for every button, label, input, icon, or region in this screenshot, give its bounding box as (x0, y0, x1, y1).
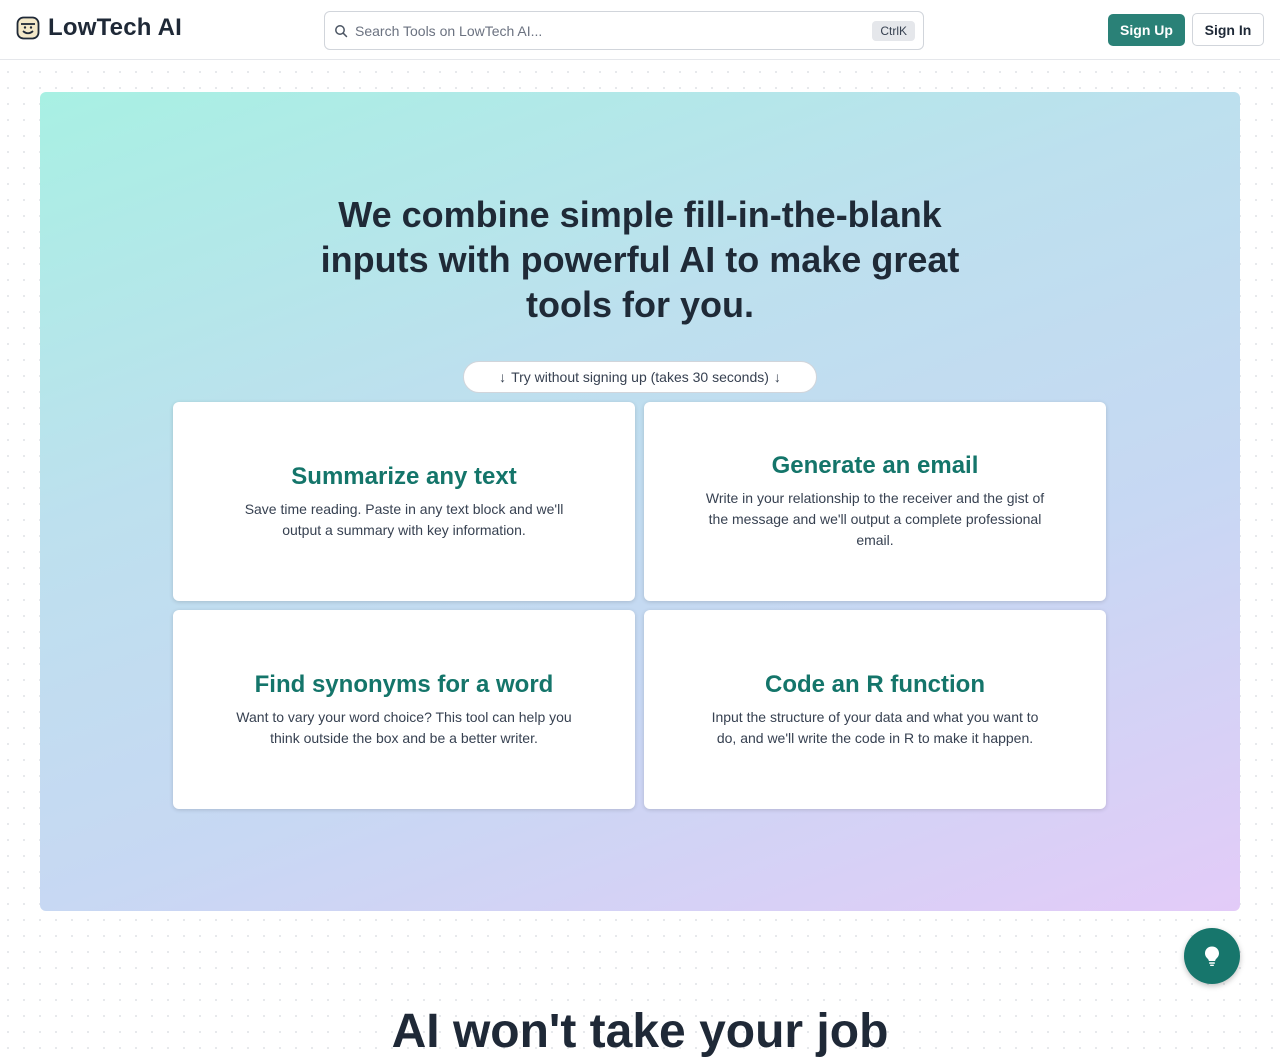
search-box[interactable]: CtrlK (324, 11, 924, 50)
sign-up-button[interactable]: Sign Up (1108, 14, 1185, 46)
section-heading: AI won't take your job (391, 1005, 889, 1058)
tool-card-email[interactable]: Generate an email Write in your relation… (644, 402, 1106, 601)
try-without-signup-label: Try without signing up (takes 30 seconds… (511, 369, 769, 385)
arrow-down-icon: ↓ (773, 369, 781, 385)
card-title: Code an R function (765, 670, 985, 698)
card-description: Input the structure of your data and wha… (711, 708, 1039, 746)
smiling-face-icon (16, 16, 40, 40)
brand-name: LowTech AI (48, 14, 182, 41)
hero-title-line: inputs with powerful AI to make great (320, 239, 960, 280)
search-input[interactable] (355, 12, 855, 49)
keyboard-shortcut-badge: CtrlK (872, 21, 915, 41)
hero-section: We combine simple fill-in-the-blank inpu… (40, 92, 1240, 911)
sign-in-button[interactable]: Sign In (1192, 13, 1264, 46)
hero-title: We combine simple fill-in-the-blank inpu… (40, 192, 1240, 327)
card-description: Want to vary your word choice? This tool… (236, 708, 572, 746)
hero-title-line: We combine simple fill-in-the-blank (338, 194, 942, 235)
card-title: Find synonyms for a word (254, 670, 554, 698)
hero-title-line: tools for you. (526, 284, 754, 325)
ideas-fab-button[interactable] (1184, 928, 1240, 984)
card-description: Save time reading. Paste in any text blo… (244, 500, 564, 538)
top-navbar: LowTech AI CtrlK Sign Up Sign In (0, 0, 1280, 60)
lightbulb-icon (1205, 946, 1219, 966)
try-without-signup-button[interactable]: ↓ Try without signing up (takes 30 secon… (463, 361, 817, 393)
card-title: Generate an email (771, 452, 979, 479)
tool-card-r-function[interactable]: Code an R function Input the structure o… (644, 610, 1106, 809)
tool-card-summarize[interactable]: Summarize any text Save time reading. Pa… (173, 402, 635, 601)
card-title: Summarize any text (291, 462, 517, 490)
card-description: Write in your relationship to the receiv… (705, 490, 1045, 548)
brand-logo[interactable]: LowTech AI (16, 14, 182, 42)
tool-card-synonyms[interactable]: Find synonyms for a word Want to vary yo… (173, 610, 635, 809)
arrow-down-icon: ↓ (499, 369, 507, 385)
search-icon (335, 25, 348, 38)
